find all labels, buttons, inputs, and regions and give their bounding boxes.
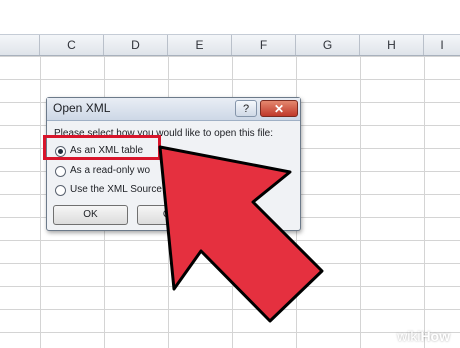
watermark-suffix: How [420, 328, 450, 344]
pointer-arrow-icon [158, 145, 324, 323]
watermark-prefix: wiki [397, 328, 421, 344]
arrow-shape [158, 145, 324, 323]
wikihow-watermark: wikiHow [397, 328, 450, 344]
